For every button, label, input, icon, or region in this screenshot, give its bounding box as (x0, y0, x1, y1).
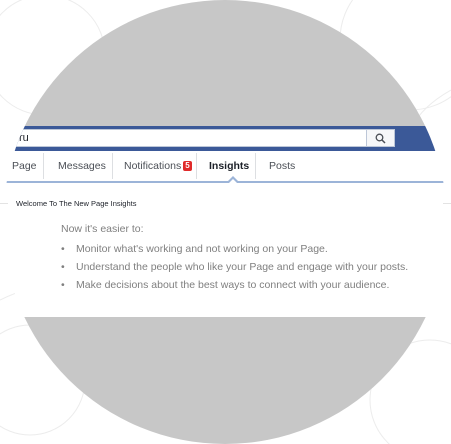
tab-notifications-label: Notifications (124, 160, 182, 172)
circular-viewport: Cru Page Messages Notifications 5 Insight… (3, 0, 447, 444)
tab-messages[interactable]: Messages (58, 151, 106, 181)
list-item-text: Understand the people who like your Page… (76, 261, 409, 273)
bullet-icon: • (61, 243, 65, 255)
tab-divider (196, 153, 197, 179)
tab-page[interactable]: Page (12, 151, 37, 181)
blurred-top-area (3, 0, 447, 126)
list-item: • Monitor what's working and not working … (61, 240, 408, 258)
active-tab-indicator-fill (229, 179, 237, 183)
search-input-value: Cru (11, 132, 29, 144)
edge-divider-right (443, 203, 451, 204)
insights-welcome-heading: Welcome To The New Page Insights (16, 199, 137, 208)
tab-divider (255, 153, 256, 179)
tab-divider (43, 153, 44, 179)
search-input[interactable]: Cru (3, 129, 367, 147)
bullet-icon: • (61, 261, 65, 273)
bullet-icon: • (61, 279, 65, 291)
insights-feature-list: • Monitor what's working and not working … (61, 240, 408, 294)
screenshot-canvas: Cru Page Messages Notifications 5 Insight… (0, 0, 451, 444)
notification-count-badge: 5 (183, 161, 192, 171)
search-button[interactable] (367, 129, 395, 147)
edge-divider-left (0, 203, 8, 204)
magnifier-icon (375, 133, 386, 144)
tab-posts[interactable]: Posts (269, 151, 295, 181)
list-item: • Understand the people who like your Pag… (61, 258, 408, 276)
list-item-text: Make decisions about the best ways to co… (76, 279, 390, 291)
insights-intro-text: Now it's easier to: (61, 223, 144, 235)
tab-divider (112, 153, 113, 179)
list-item: • Make decisions about the best ways to c… (61, 276, 408, 294)
list-item-text: Monitor what's working and not working o… (76, 243, 328, 255)
page-tab-bar: Page Messages Notifications 5 Insights Po… (3, 151, 447, 183)
tab-notifications[interactable]: Notifications 5 (124, 151, 192, 181)
blurred-bottom-area (3, 317, 447, 444)
